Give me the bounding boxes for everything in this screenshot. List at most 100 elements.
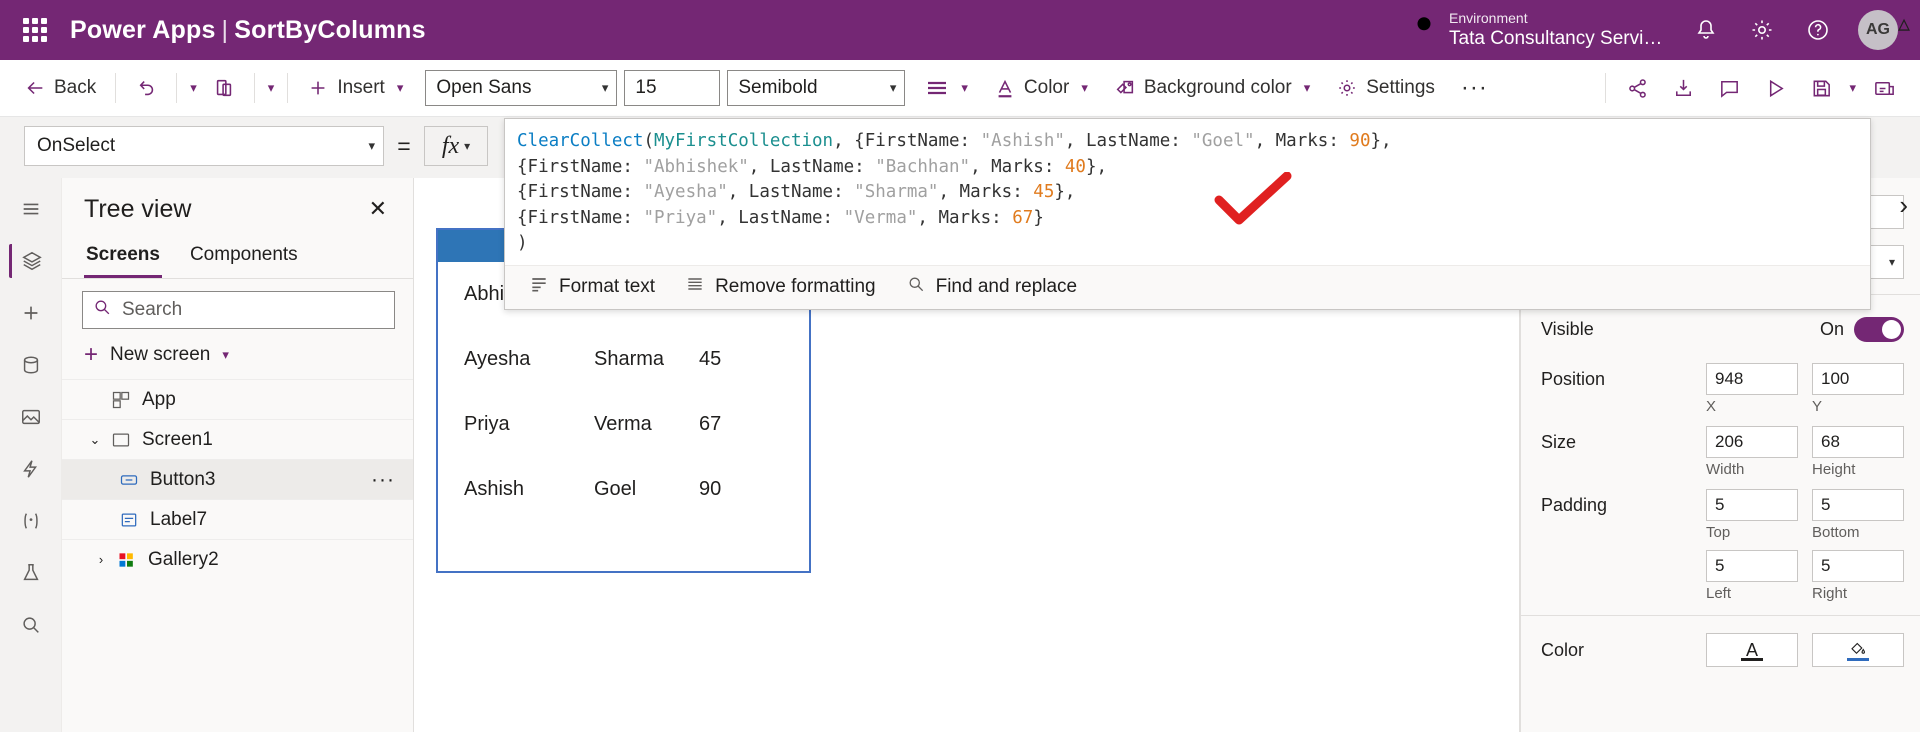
publish-icon[interactable]: [1862, 68, 1906, 108]
variables-icon[interactable]: [9, 504, 53, 538]
position-x-input[interactable]: 948: [1706, 363, 1798, 395]
preview-icon[interactable]: [1753, 68, 1797, 108]
data-icon[interactable]: [9, 348, 53, 382]
padding-bottom-input[interactable]: 5: [1812, 489, 1904, 521]
notifications-icon[interactable]: [1680, 0, 1732, 60]
padding-left-input[interactable]: 5: [1706, 550, 1798, 582]
undo-chevron-down-icon[interactable]: ▾: [186, 80, 201, 96]
help-icon[interactable]: [1792, 0, 1844, 60]
size-width-input[interactable]: 206: [1706, 426, 1798, 458]
waffle-icon[interactable]: [18, 13, 52, 47]
font-color-button[interactable]: Color ▾: [984, 68, 1102, 108]
find-and-replace-button[interactable]: Find and replace: [896, 270, 1088, 304]
checkin-icon[interactable]: [1661, 68, 1705, 108]
app-header: Power Apps | SortByColumns Environment Tat…: [0, 0, 1920, 60]
comments-icon[interactable]: [1707, 68, 1751, 108]
position-y-input[interactable]: 100: [1812, 363, 1904, 395]
search-icon[interactable]: [9, 608, 53, 642]
background-chevron-down-icon[interactable]: ▾: [1300, 80, 1315, 96]
environment-picker[interactable]: Environment Tata Consultancy Servic...: [1399, 9, 1676, 51]
tree-item-button3[interactable]: Button3 ···: [62, 459, 413, 499]
font-weight-value: Semibold: [738, 77, 818, 98]
paste-button[interactable]: [203, 68, 245, 108]
formula-token: (: [643, 131, 654, 151]
new-screen-label: New screen: [110, 344, 211, 365]
insert-chevron-down-icon[interactable]: ▾: [393, 80, 408, 96]
overflow-menu-button[interactable]: ···: [1447, 74, 1502, 102]
menu-icon[interactable]: [9, 192, 53, 226]
chevron-down-icon: ▾: [889, 80, 897, 95]
fill-color-button[interactable]: [1812, 633, 1904, 667]
share-icon[interactable]: [1615, 68, 1659, 108]
search-input[interactable]: [122, 299, 384, 321]
tree-expander[interactable]: ⌄: [84, 432, 106, 448]
formula-token: , LastName:: [717, 207, 844, 228]
formula-line: {FirstName: "Ayesha", LastName: "Sharma"…: [517, 180, 1858, 206]
background-color-button[interactable]: Background color ▾: [1104, 68, 1324, 108]
close-icon[interactable]: ✕: [361, 192, 395, 226]
insert-icon[interactable]: [9, 296, 53, 330]
align-chevron-down-icon[interactable]: ▾: [957, 80, 972, 96]
experimental-icon[interactable]: [9, 556, 53, 590]
color-chevron-down-icon[interactable]: ▾: [1077, 80, 1092, 96]
insert-label: Insert: [337, 77, 385, 98]
property-select[interactable]: OnSelect ▾: [24, 126, 384, 166]
gallery-row[interactable]: Ashish Goel 90: [438, 457, 809, 522]
tab-components[interactable]: Components: [188, 238, 300, 278]
avatar[interactable]: AG: [1858, 10, 1898, 50]
insert-button[interactable]: Insert ▾: [297, 68, 417, 108]
font-family-select[interactable]: Open Sans ▾: [425, 70, 618, 106]
tree-item-more-button[interactable]: ···: [371, 468, 413, 492]
gear-icon: [1336, 77, 1358, 99]
search-box[interactable]: [82, 291, 395, 329]
tree-item-app[interactable]: App: [62, 379, 413, 419]
font-weight-select[interactable]: Semibold ▾: [727, 70, 906, 106]
undo-button[interactable]: [125, 68, 167, 108]
chevron-down-icon: ▾: [1888, 255, 1895, 269]
gallery-row[interactable]: Priya Verma 67: [438, 392, 809, 457]
tree-item-label7[interactable]: Label7: [62, 499, 413, 539]
padding-top-field: 5 Top: [1706, 489, 1798, 542]
chevron-down-icon: ▾: [464, 139, 471, 153]
format-text-label: Format text: [559, 276, 656, 297]
gallery-row[interactable]: Ayesha Sharma 45: [438, 327, 809, 392]
globe-icon: [1411, 14, 1437, 45]
back-arrow-icon: [24, 77, 46, 99]
remove-formatting-button[interactable]: Remove formatting: [675, 270, 886, 304]
formula-code[interactable]: ClearCollect(MyFirstCollection, {FirstNa…: [505, 119, 1870, 265]
font-size-input[interactable]: 15: [624, 70, 721, 106]
formula-collapse-chevron-icon[interactable]: ▵: [1898, 9, 1910, 38]
padding-right-input[interactable]: 5: [1812, 550, 1904, 582]
font-color-button[interactable]: A: [1706, 633, 1798, 667]
settings-button[interactable]: Settings: [1326, 68, 1445, 108]
formula-next-chevron-icon[interactable]: ›: [1899, 190, 1908, 221]
paste-chevron-down-icon[interactable]: ▾: [264, 80, 279, 96]
tab-screens[interactable]: Screens: [84, 238, 162, 278]
formula-line: ClearCollect(MyFirstCollection, {FirstNa…: [517, 129, 1858, 155]
property-position-row: Position 948 X 100 Y: [1521, 363, 1920, 416]
format-text-icon: [529, 274, 549, 300]
size-height-input[interactable]: 68: [1812, 426, 1904, 458]
settings-label: Settings: [1366, 77, 1435, 98]
fx-button[interactable]: fx ▾: [424, 126, 488, 166]
tree-view-icon[interactable]: [8, 244, 53, 278]
tree-item-gallery2[interactable]: › Gallery2: [62, 539, 413, 579]
save-chevron-down-icon[interactable]: ▾: [1845, 80, 1860, 96]
position-x-caption: X: [1706, 398, 1717, 415]
power-automate-icon[interactable]: [9, 452, 53, 486]
back-button[interactable]: Back: [14, 68, 106, 108]
remove-formatting-label: Remove formatting: [715, 276, 876, 297]
tree-item-screen1[interactable]: ⌄ Screen1: [62, 419, 413, 459]
settings-icon[interactable]: [1736, 0, 1788, 60]
formula-token: "Goel": [1191, 131, 1255, 151]
formula-editor[interactable]: ClearCollect(MyFirstCollection, {FirstNa…: [504, 118, 1871, 310]
align-button[interactable]: ▾: [915, 68, 982, 108]
visible-toggle[interactable]: [1854, 316, 1904, 342]
property-visible-label: Visible: [1541, 318, 1594, 339]
tree-expander[interactable]: ›: [90, 552, 112, 567]
format-text-button[interactable]: Format text: [519, 270, 665, 304]
padding-top-input[interactable]: 5: [1706, 489, 1798, 521]
media-icon[interactable]: [9, 400, 53, 434]
new-screen-button[interactable]: + New screen ▾: [62, 339, 413, 379]
save-icon[interactable]: [1799, 68, 1843, 108]
